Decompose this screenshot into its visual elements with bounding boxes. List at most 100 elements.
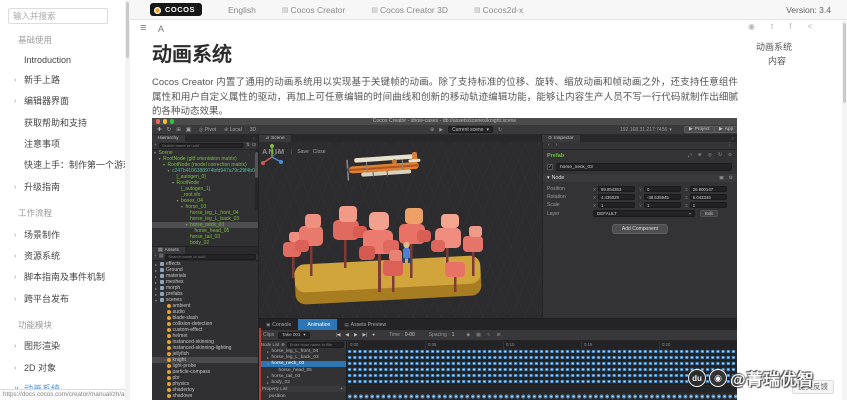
sidebar-item[interactable]: › 脚本指南及事件机制 — [0, 266, 130, 287]
locate[interactable]: ◎ — [708, 153, 712, 159]
add-asset-button[interactable]: + — [154, 254, 157, 259]
tab-animation[interactable]: Animation — [298, 319, 338, 330]
hierarchy-search-input[interactable] — [158, 142, 244, 148]
scale-tool[interactable]: ⊞ — [176, 127, 181, 133]
node-active-checkbox[interactable]: ✓ — [547, 164, 553, 170]
layout-icon[interactable]: ⊡ — [252, 143, 256, 148]
share[interactable]: < — [807, 22, 812, 31]
sidebar-item[interactable]: › 图形渲染 — [0, 335, 130, 356]
y-value-input[interactable]: 1 — [644, 201, 682, 209]
assets-search-input[interactable] — [165, 254, 256, 260]
weibo[interactable]: ◉ — [748, 22, 755, 31]
cocos-logo[interactable]: COCOS — [150, 3, 203, 16]
z-value-input[interactable]: 6.043345 — [689, 193, 727, 201]
play-preview-button[interactable]: ▶ — [439, 127, 443, 133]
add-event[interactable]: ⊞ — [497, 333, 501, 338]
reset[interactable]: ↻ — [718, 153, 722, 159]
rect-tool[interactable]: ▣ — [186, 127, 191, 133]
sidebar-item[interactable]: 快速上手：制作第一个游戏 — [0, 154, 130, 175]
tab-console[interactable]: ▣ Console — [259, 319, 298, 330]
hierarchy-scrollbar[interactable] — [255, 150, 258, 210]
z-value-input[interactable]: 26.800147 — [689, 185, 727, 193]
sort-icon[interactable]: ⇅ — [246, 143, 250, 148]
tab-scene[interactable]: ⊿ Scene — [259, 135, 291, 142]
sidebar-item[interactable]: › 跨平台发布 — [0, 288, 130, 309]
preview-project-button[interactable]: ▶ Project — [684, 125, 715, 134]
add-component-button[interactable]: Add Component — [611, 224, 669, 234]
sidebar-item[interactable]: › 升级指南 — [0, 176, 130, 197]
twitter[interactable]: t — [771, 22, 773, 31]
menu-icon[interactable]: ≡ — [140, 22, 146, 34]
layer-select[interactable]: DEFAULT ▾ — [593, 210, 695, 217]
inspector-menu-icon[interactable]: ⋮ — [727, 142, 732, 148]
insert-keyframe[interactable]: ◆ — [466, 333, 470, 338]
copy-keys[interactable]: ▦ — [476, 333, 481, 338]
property-keyframes[interactable] — [347, 392, 737, 400]
x-value-input[interactable]: 89.854363 — [598, 185, 636, 193]
assets-menu-icon[interactable]: ▤ — [159, 254, 164, 259]
sidebar-item[interactable]: › 新手上路 — [0, 69, 130, 90]
preview-target-select[interactable]: Current scene ▾ — [448, 126, 493, 133]
hierarchy-node[interactable]: body_02 — [152, 240, 258, 246]
translate-tool[interactable]: ✚ — [157, 127, 162, 133]
keyframe-track-row[interactable] — [347, 379, 737, 386]
track-filter-input[interactable] — [286, 342, 344, 348]
sidebar-item[interactable]: 注意事项 — [0, 133, 130, 154]
anim-save-button[interactable]: Save — [297, 149, 308, 155]
unlink[interactable]: ⊘ — [728, 153, 732, 159]
panel-menu-icon[interactable]: ≡ — [253, 136, 255, 141]
font-size-icon[interactable]: A — [158, 24, 164, 34]
preview-url[interactable]: 192.168.31.217:7456 ▾ — [620, 127, 672, 133]
refresh-icon[interactable]: ↻ — [498, 127, 502, 133]
sidebar-item[interactable]: › 资源系统 — [0, 245, 130, 266]
keyframe-grid[interactable] — [347, 348, 737, 386]
local-toggle[interactable]: ⊕ Local — [224, 127, 242, 133]
prev-frame[interactable]: ◀ — [345, 332, 349, 338]
expand[interactable]: ⤢ — [688, 153, 692, 159]
property-name[interactable]: position — [259, 392, 347, 400]
axis-gizmo[interactable] — [259, 142, 285, 168]
topbar-link[interactable]: ▤ Cocos2d-x — [474, 5, 523, 15]
link[interactable]: ⊕ — [698, 153, 702, 159]
rotate-tool[interactable]: ↻ — [167, 127, 172, 133]
facebook[interactable]: f — [789, 22, 791, 31]
y-value-input[interactable]: 0 — [644, 185, 682, 193]
jump-first[interactable]: |◀ — [336, 332, 341, 338]
record[interactable]: ● — [372, 332, 375, 338]
add-node-button[interactable]: + — [154, 143, 157, 148]
time-ruler[interactable]: 0:000:050:100:150:200:25 — [347, 341, 737, 349]
sidebar-item[interactable]: 获取帮助和支持 — [0, 112, 130, 133]
3d-toggle[interactable]: 3D — [250, 127, 256, 133]
topbar-link[interactable]: ▤ Cocos Creator 3D — [371, 5, 448, 15]
anim-close-button[interactable]: Close — [313, 149, 326, 155]
tab-hierarchy[interactable]: Hierarchy — [152, 135, 185, 142]
tab-assets[interactable]: ▤ Assets — [152, 247, 185, 254]
topbar-link[interactable]: ▤ Cocos Creator — [282, 5, 345, 15]
collapse-arrow-icon[interactable]: ▾ — [547, 175, 550, 181]
x-value-input[interactable]: 1 — [598, 201, 636, 209]
page-scrollbar[interactable] — [842, 20, 847, 400]
add-property-button[interactable]: + — [340, 386, 343, 391]
track-node-row[interactable]: ▸ body_02 — [259, 379, 346, 385]
copy[interactable]: ▣ — [719, 176, 724, 181]
preview-app-button[interactable]: ▶ App — [714, 125, 737, 134]
sidebar-search-input[interactable] — [8, 8, 108, 24]
sidebar-item[interactable]: › 编辑器界面 — [0, 90, 130, 111]
curve-editor[interactable]: ∿ — [487, 333, 491, 338]
x-value-input[interactable]: 4.435029 — [598, 193, 636, 201]
toc-item-content[interactable]: 内容 — [768, 54, 786, 67]
layer-edit-button[interactable]: Edit — [700, 210, 718, 217]
topbar-link[interactable]: English — [226, 5, 256, 15]
sidebar-item[interactable]: › 2D 对象 — [0, 357, 130, 378]
asset-item[interactable]: shadows — [152, 393, 258, 399]
tab-inspector[interactable]: ⊙ Inspector — [542, 135, 580, 142]
timeline-playhead[interactable] — [259, 328, 261, 400]
nav-forward-icon[interactable]: › — [556, 142, 558, 148]
toc-item-animation-system[interactable]: 动画系统 — [756, 40, 792, 53]
pivot-toggle[interactable]: ◎ Pivot — [199, 127, 216, 133]
nav-back-icon[interactable]: ‹ — [548, 142, 550, 148]
z-value-input[interactable]: 1 — [689, 201, 727, 209]
panel-menu-icon[interactable]: ≡ — [732, 136, 734, 141]
jump-last[interactable]: ▶| — [362, 332, 367, 338]
add-node-icon[interactable]: ⊕ — [281, 342, 285, 348]
